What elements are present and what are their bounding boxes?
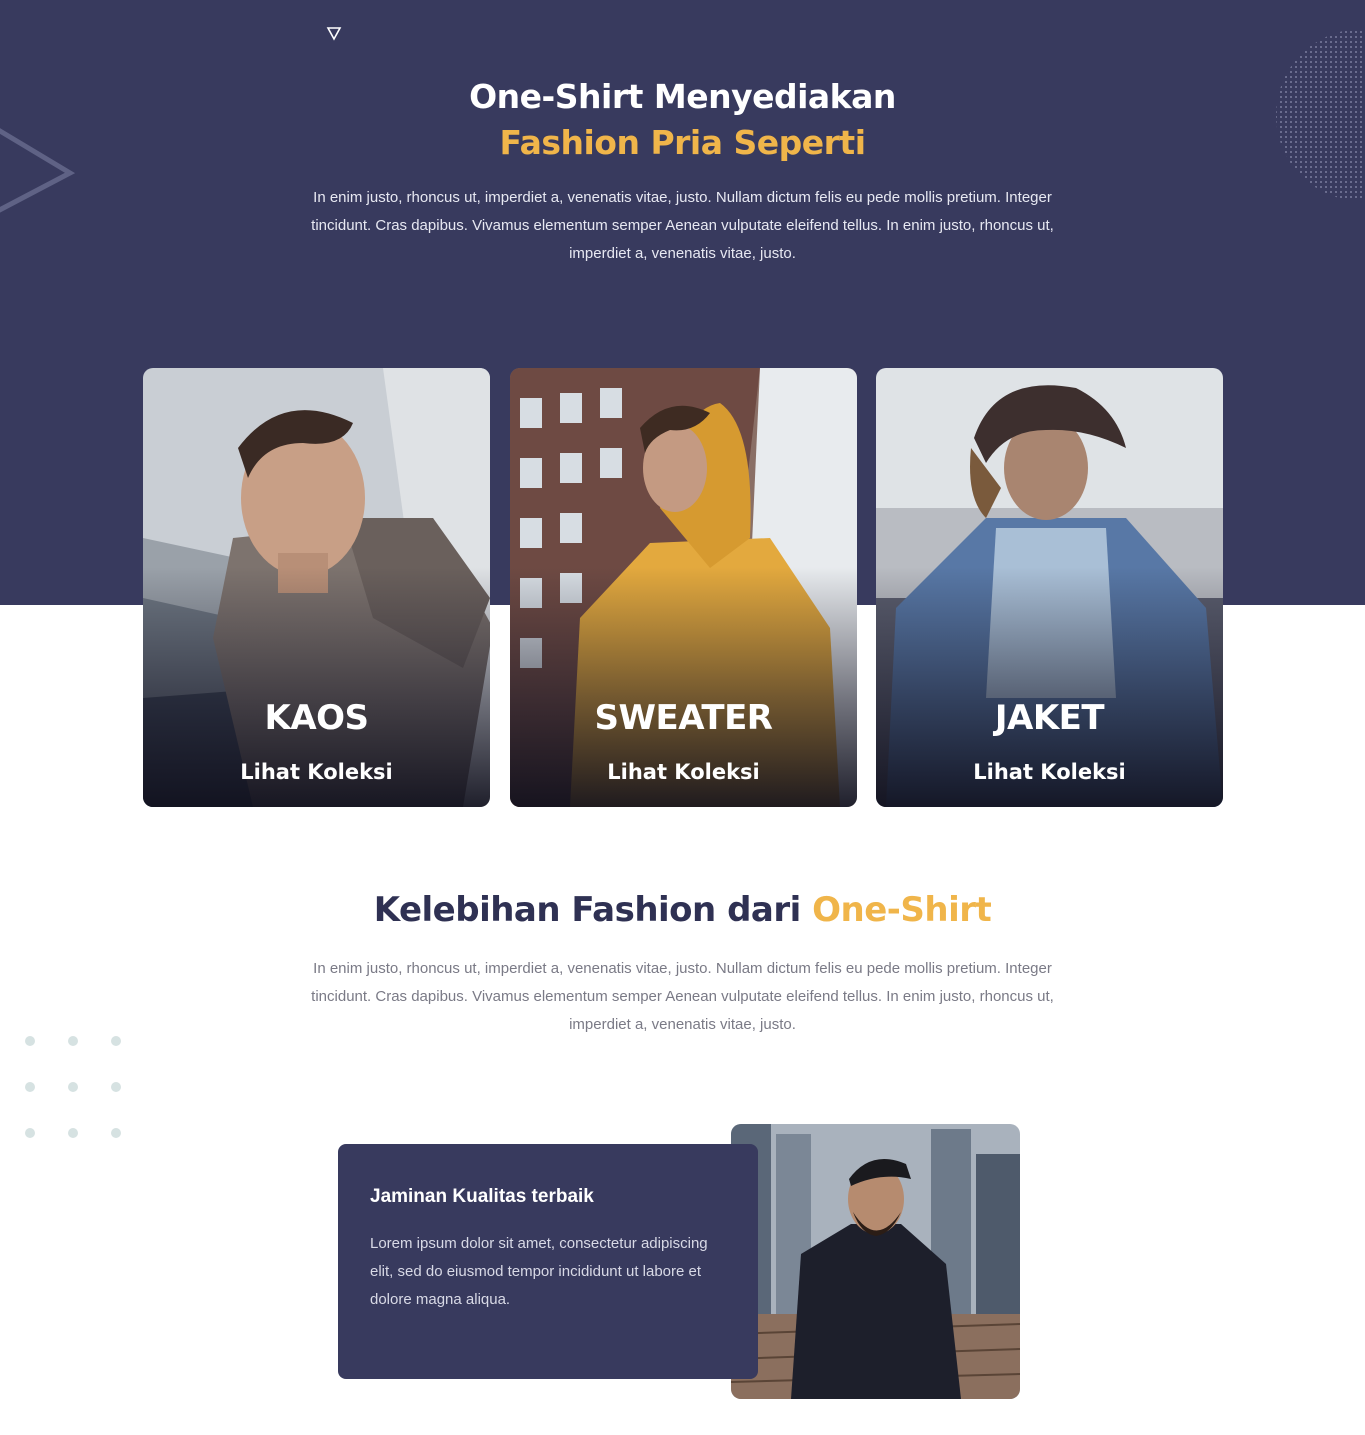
card-title-kaos: KAOS xyxy=(264,698,369,738)
category-card-sweater[interactable]: SWEATER Lihat Koleksi xyxy=(510,368,857,807)
hero-title-line1: One-Shirt Menyediakan xyxy=(469,77,896,116)
lihat-koleksi-link-jaket[interactable]: Lihat Koleksi xyxy=(876,760,1223,784)
hero-title-line2: Fashion Pria Seperti xyxy=(499,123,866,162)
triangle-down-icon xyxy=(326,27,342,41)
card-title-sweater: SWEATER xyxy=(594,698,774,738)
advantages-description: In enim justo, rhoncus ut, imperdiet a, … xyxy=(311,960,1054,1033)
hero-description: In enim justo, rhoncus ut, imperdiet a, … xyxy=(311,189,1054,262)
dot-grid-decoration xyxy=(25,1036,121,1138)
category-card-jaket[interactable]: JAKET Lihat Koleksi xyxy=(876,368,1223,807)
lihat-koleksi-link-kaos[interactable]: Lihat Koleksi xyxy=(143,760,490,784)
advantages-title-accent: One-Shirt xyxy=(812,890,992,930)
feature-title: Jaminan Kualitas terbaik xyxy=(370,1186,594,1207)
feature-text: Lorem ipsum dolor sit amet, consectetur … xyxy=(370,1235,708,1308)
feature-photo xyxy=(731,1124,1020,1399)
category-card-kaos[interactable]: KAOS Lihat Koleksi xyxy=(143,368,490,807)
feature-card: Jaminan Kualitas terbaik Lorem ipsum dol… xyxy=(338,1144,758,1379)
hero-title: One-Shirt Menyediakan Fashion Pria Seper… xyxy=(0,74,1365,166)
advantages-title: Kelebihan Fashion dari One-Shirt xyxy=(0,890,1365,930)
card-title-jaket: JAKET xyxy=(994,698,1105,738)
lihat-koleksi-link-sweater[interactable]: Lihat Koleksi xyxy=(510,760,857,784)
advantages-title-main: Kelebihan Fashion dari xyxy=(373,890,813,930)
